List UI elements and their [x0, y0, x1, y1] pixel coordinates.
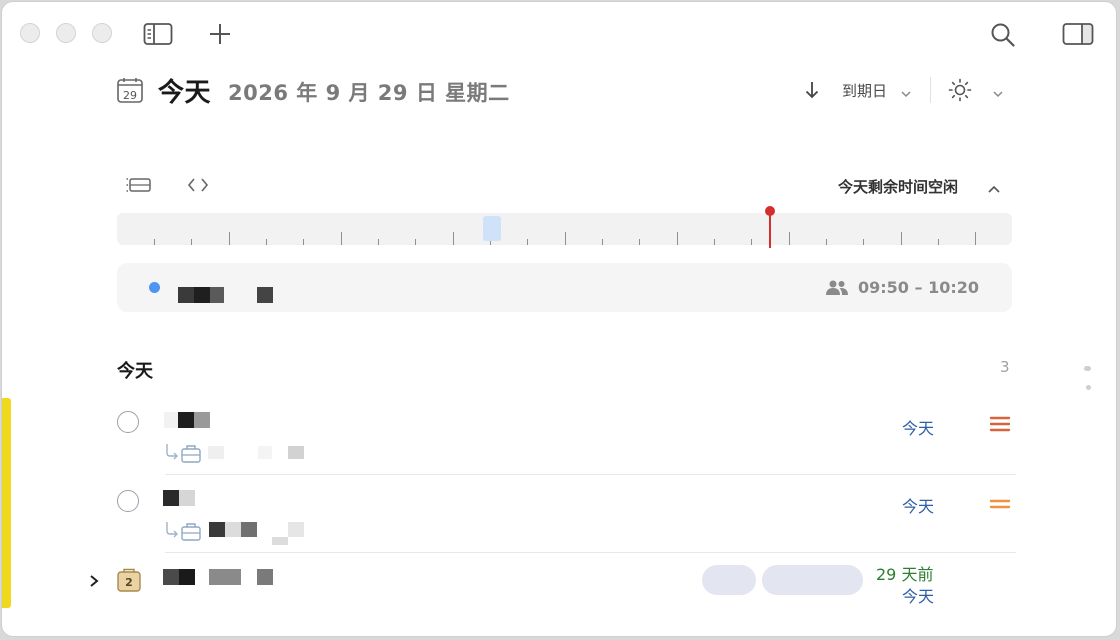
- tag-pill[interactable]: [702, 565, 756, 595]
- zoom-button[interactable]: [92, 23, 112, 43]
- timeline-tick: [191, 239, 192, 245]
- row-divider: [165, 474, 1016, 475]
- theme-chevron-down-icon[interactable]: [992, 84, 1004, 103]
- free-time-label[interactable]: 今天剩余时间空闲: [838, 176, 958, 197]
- task-project-redacted: [209, 522, 225, 537]
- task-title-redacted: [179, 569, 195, 585]
- priority-medium-icon[interactable]: [989, 496, 1011, 515]
- event-title-redacted: [194, 287, 210, 303]
- plus-icon[interactable]: [207, 21, 233, 47]
- timeline-tick: [341, 232, 342, 245]
- task-project-redacted: [272, 537, 288, 545]
- task-overdue-label[interactable]: 29 天前: [876, 561, 933, 585]
- project-count: 2: [125, 576, 133, 589]
- event-title-redacted: [257, 287, 273, 303]
- sun-icon[interactable]: [948, 78, 972, 106]
- task-checkbox[interactable]: [117, 411, 139, 433]
- task-title-redacted: [163, 569, 179, 585]
- task-checkbox[interactable]: [117, 490, 139, 512]
- current-time-dot: [765, 206, 775, 216]
- sidebar-icon[interactable]: [143, 22, 173, 46]
- subtask-arrow-icon: [164, 520, 204, 546]
- task-project-redacted: [258, 446, 272, 459]
- people-icon: [825, 279, 849, 301]
- event-color-dot: [149, 282, 160, 293]
- tag-pill[interactable]: [762, 565, 863, 595]
- task-title-redacted: [163, 490, 179, 506]
- timeline-tick: [303, 239, 304, 245]
- event-title-redacted: [210, 287, 224, 303]
- task-title-redacted: [179, 490, 195, 506]
- task-due-date[interactable]: 今天: [902, 493, 934, 517]
- scroll-indicator[interactable]: [1084, 366, 1091, 371]
- chevron-right-icon[interactable]: [88, 573, 100, 592]
- page-date: 2026 年 9 月 29 日 星期二: [228, 81, 510, 105]
- timeline-tick: [415, 239, 416, 245]
- task-title-redacted: [209, 569, 241, 585]
- timeline-tick: [602, 239, 603, 245]
- timeline-tick: [154, 239, 155, 245]
- priority-high-icon[interactable]: [989, 415, 1011, 437]
- task-title-redacted: [257, 569, 273, 585]
- event-time: 09:50 – 10:20: [858, 278, 979, 297]
- scroll-indicator[interactable]: [1086, 385, 1091, 390]
- task-title-redacted: [164, 412, 178, 428]
- window-edge-highlight: [2, 398, 11, 608]
- app-window: 29 今天 2026 年 9 月 29 日 星期二 到期日 今天剩余时间空闲 0…: [1, 1, 1117, 637]
- event-title-redacted: [178, 287, 194, 303]
- section-count: 3: [1000, 358, 1010, 376]
- timeline-tick: [453, 232, 454, 245]
- minimize-button[interactable]: [56, 23, 76, 43]
- inspector-icon[interactable]: [1062, 22, 1094, 46]
- timeline-tick: [901, 232, 902, 245]
- chevron-down-icon[interactable]: [900, 84, 912, 103]
- task-project-redacted: [241, 522, 257, 537]
- calendar-event-card[interactable]: 09:50 – 10:20: [117, 263, 1012, 312]
- project-box-icon[interactable]: 2: [116, 567, 142, 597]
- search-icon[interactable]: [989, 21, 1017, 49]
- task-project-redacted: [288, 522, 304, 537]
- timeline-tick: [229, 232, 230, 245]
- code-brackets-icon[interactable]: [187, 177, 209, 197]
- timeline-tick: [677, 232, 678, 245]
- task-project-redacted: [288, 446, 304, 459]
- calendar-icon: 29: [116, 76, 144, 108]
- arrow-down-icon[interactable]: [803, 80, 821, 104]
- timeline-event-block[interactable]: [483, 216, 501, 241]
- sort-by-button[interactable]: 到期日: [842, 80, 887, 101]
- calendar-day: 29: [123, 89, 137, 102]
- section-title: 今天: [117, 361, 153, 382]
- task-title-redacted: [178, 412, 194, 428]
- timeline-tick: [266, 239, 267, 245]
- page-title: 今天: [158, 78, 212, 108]
- chevron-up-icon[interactable]: [987, 180, 1001, 199]
- timeline-tick: [826, 239, 827, 245]
- timeline-tick: [378, 239, 379, 245]
- close-button[interactable]: [20, 23, 40, 43]
- timeline-tick: [863, 239, 864, 245]
- task-title-redacted: [194, 412, 210, 428]
- timeline-tick: [714, 239, 715, 245]
- timeline-tick: [565, 232, 566, 245]
- current-time-indicator: [769, 213, 771, 248]
- task-project-redacted: [208, 446, 224, 459]
- timeline-tick: [527, 239, 528, 245]
- timeline-tick: [751, 239, 752, 245]
- row-divider: [165, 552, 1016, 553]
- task-due-date[interactable]: 今天: [902, 415, 934, 439]
- timeline-tick: [975, 232, 976, 245]
- task-due-date[interactable]: 今天: [902, 583, 934, 607]
- timeline-tick: [938, 239, 939, 245]
- timeline-tick: [639, 239, 640, 245]
- timeline-list-icon[interactable]: [126, 175, 152, 199]
- toolbar-divider: [930, 77, 931, 103]
- subtask-arrow-icon: [164, 442, 204, 468]
- day-timeline[interactable]: [117, 206, 1012, 248]
- timeline-tick: [789, 232, 790, 245]
- task-project-redacted: [225, 522, 241, 537]
